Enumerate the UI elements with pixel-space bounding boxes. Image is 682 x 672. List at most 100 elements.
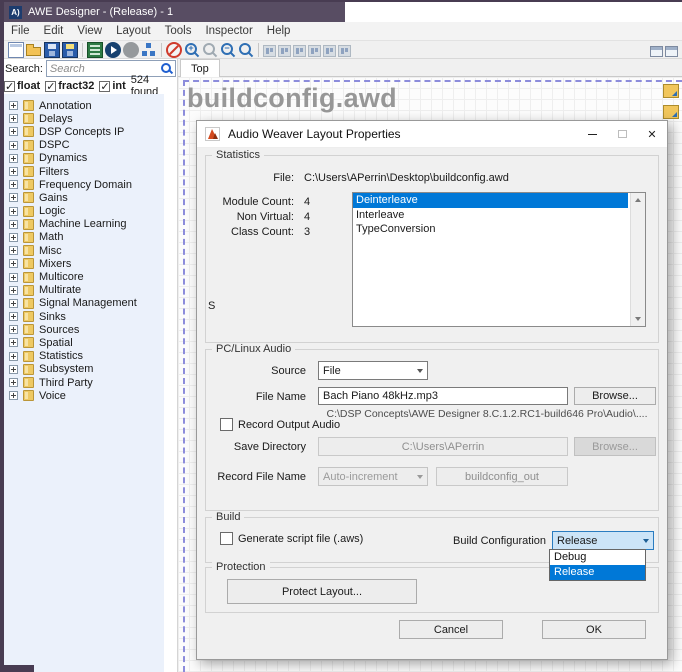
expand-icon[interactable] xyxy=(9,193,18,202)
expand-icon[interactable] xyxy=(9,312,18,321)
list-item-deinterleave[interactable]: Deinterleave xyxy=(353,193,628,208)
cascade-windows-icon[interactable] xyxy=(665,46,678,57)
zoom-out-icon[interactable] xyxy=(220,42,236,58)
menu-file[interactable]: File xyxy=(4,25,37,37)
tree-item-delays[interactable]: Delays xyxy=(4,112,164,125)
zoom-reset-icon[interactable] xyxy=(238,42,254,58)
scroll-down-icon[interactable] xyxy=(635,317,641,321)
tree-item-dynamics[interactable]: Dynamics xyxy=(4,152,164,165)
align-top-icon[interactable] xyxy=(293,45,306,57)
module-class-list[interactable]: Deinterleave Interleave TypeConversion xyxy=(352,192,646,327)
new-window-icon[interactable] xyxy=(650,46,663,57)
menu-layout[interactable]: Layout xyxy=(109,25,158,37)
tree-item-multirate[interactable]: Multirate xyxy=(4,284,164,297)
search-input[interactable] xyxy=(47,63,175,75)
expand-icon[interactable] xyxy=(9,259,18,268)
option-release[interactable]: Release xyxy=(550,565,645,580)
tree-item-statistics[interactable]: Statistics xyxy=(4,350,164,363)
distribute-horizontal-icon[interactable] xyxy=(323,45,336,57)
tree-scrollbar-track[interactable] xyxy=(164,94,178,672)
distribute-vertical-icon[interactable] xyxy=(338,45,351,57)
palette-icon[interactable] xyxy=(663,105,679,119)
generate-script-checkbox[interactable] xyxy=(220,532,233,545)
align-right-icon[interactable] xyxy=(278,45,291,57)
ok-button[interactable]: OK xyxy=(542,620,646,639)
expand-icon[interactable] xyxy=(9,220,18,229)
tree-item-sinks[interactable]: Sinks xyxy=(4,310,164,323)
expand-icon[interactable] xyxy=(9,299,18,308)
tree-item-machine-learning[interactable]: Machine Learning xyxy=(4,218,164,231)
build-configuration-dropdown[interactable]: Release xyxy=(552,531,654,550)
tree-item-logic[interactable]: Logic xyxy=(4,205,164,218)
tree-item-filters[interactable]: Filters xyxy=(4,165,164,178)
target-hardware-icon[interactable] xyxy=(87,42,103,58)
filter-checkbox-float[interactable] xyxy=(4,81,15,92)
record-output-checkbox[interactable] xyxy=(220,418,233,431)
expand-icon[interactable] xyxy=(9,154,18,163)
expand-icon[interactable] xyxy=(9,273,18,282)
stop-icon[interactable] xyxy=(123,42,139,58)
align-bottom-icon[interactable] xyxy=(308,45,321,57)
align-left-icon[interactable] xyxy=(263,45,276,57)
menu-edit[interactable]: Edit xyxy=(37,25,71,37)
filter-fract32[interactable]: fract32 xyxy=(45,80,94,92)
filter-checkbox-int[interactable] xyxy=(99,81,110,92)
filter-float[interactable]: float xyxy=(4,80,40,92)
zoom-selection-icon[interactable] xyxy=(202,42,218,58)
tree-item-mixers[interactable]: Mixers xyxy=(4,257,164,270)
tree-item-spatial[interactable]: Spatial xyxy=(4,336,164,349)
filter-int[interactable]: int xyxy=(99,80,125,92)
expand-icon[interactable] xyxy=(9,391,18,400)
maximize-button[interactable] xyxy=(607,121,637,147)
menu-inspector[interactable]: Inspector xyxy=(198,25,259,37)
expand-icon[interactable] xyxy=(9,127,18,136)
tree-item-annotation[interactable]: Annotation xyxy=(4,99,164,112)
expand-icon[interactable] xyxy=(9,233,18,242)
window-titlebar-active-region[interactable]: A) AWE Designer - (Release) - 1 xyxy=(4,2,345,22)
source-dropdown[interactable]: File xyxy=(318,361,428,380)
tree-item-voice[interactable]: Voice xyxy=(4,389,164,402)
tree-item-third-party[interactable]: Third Party xyxy=(4,376,164,389)
menu-help[interactable]: Help xyxy=(260,25,298,37)
expand-icon[interactable] xyxy=(9,325,18,334)
list-item-interleave[interactable]: Interleave xyxy=(353,208,645,223)
palette-icon[interactable] xyxy=(663,84,679,98)
save-icon[interactable] xyxy=(44,42,60,58)
close-button[interactable] xyxy=(637,121,667,147)
expand-icon[interactable] xyxy=(9,246,18,255)
tree-item-misc[interactable]: Misc xyxy=(4,244,164,257)
expand-icon[interactable] xyxy=(9,101,18,110)
menu-tools[interactable]: Tools xyxy=(158,25,199,37)
tree-item-sources[interactable]: Sources xyxy=(4,323,164,336)
dialog-titlebar[interactable]: Audio Weaver Layout Properties xyxy=(197,121,667,148)
file-name-input[interactable]: Bach Piano 48kHz.mp3 xyxy=(318,387,568,405)
filter-checkbox-fract32[interactable] xyxy=(45,81,56,92)
tab-top[interactable]: Top xyxy=(180,59,220,77)
tree-item-signal-management[interactable]: Signal Management xyxy=(4,297,164,310)
tree-item-subsystem[interactable]: Subsystem xyxy=(4,363,164,376)
tree-item-frequency-domain[interactable]: Frequency Domain xyxy=(4,178,164,191)
expand-icon[interactable] xyxy=(9,338,18,347)
tree-item-dsp-concepts-ip[interactable]: DSP Concepts IP xyxy=(4,125,164,138)
expand-icon[interactable] xyxy=(9,378,18,387)
tree-item-math[interactable]: Math xyxy=(4,231,164,244)
scroll-up-icon[interactable] xyxy=(635,198,641,202)
expand-icon[interactable] xyxy=(9,207,18,216)
browse-button[interactable]: Browse... xyxy=(574,387,656,405)
option-debug[interactable]: Debug xyxy=(550,550,645,565)
expand-icon[interactable] xyxy=(9,180,18,189)
expand-icon[interactable] xyxy=(9,352,18,361)
expand-icon[interactable] xyxy=(9,141,18,150)
expand-icon[interactable] xyxy=(9,365,18,374)
save-as-icon[interactable] xyxy=(62,42,78,58)
run-layout-icon[interactable] xyxy=(105,42,121,58)
tree-item-multicore[interactable]: Multicore xyxy=(4,270,164,283)
expand-icon[interactable] xyxy=(9,286,18,295)
list-item-typeconversion[interactable]: TypeConversion xyxy=(353,222,645,237)
expand-icon[interactable] xyxy=(9,114,18,123)
open-file-icon[interactable] xyxy=(26,42,42,58)
cancel-button[interactable]: Cancel xyxy=(399,620,503,639)
protect-layout-button[interactable]: Protect Layout... xyxy=(227,579,417,604)
expand-icon[interactable] xyxy=(9,167,18,176)
new-layout-icon[interactable] xyxy=(8,42,24,58)
